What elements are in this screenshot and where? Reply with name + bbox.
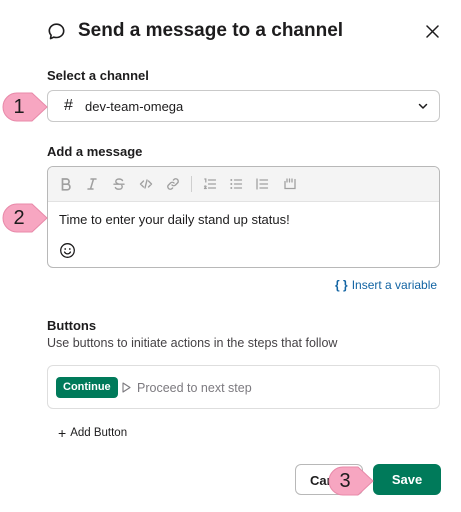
ordered-list-button[interactable] [201, 175, 219, 193]
continue-button-preview[interactable]: Continue [56, 377, 118, 398]
channel-select[interactable]: # dev-team-omega [47, 90, 440, 122]
speech-bubble-icon [48, 23, 65, 40]
message-label: Add a message [47, 144, 143, 159]
strikethrough-icon [113, 178, 125, 190]
code-block-icon [284, 178, 296, 190]
close-icon [425, 24, 439, 38]
close-button[interactable] [420, 19, 444, 43]
code-button[interactable] [137, 175, 155, 193]
callout-3-number: 3 [339, 470, 351, 492]
chevron-down-icon [418, 103, 428, 109]
hash-icon: # [64, 97, 73, 114]
code-block-button[interactable] [281, 175, 299, 193]
callout-1: 1 [2, 92, 48, 122]
ordered-list-icon [203, 178, 217, 190]
strikethrough-button[interactable] [110, 175, 128, 193]
callout-2: 2 [2, 203, 48, 233]
bulleted-list-button[interactable] [227, 175, 245, 193]
add-button-label: Add Button [70, 427, 128, 439]
link-icon [167, 178, 179, 190]
channel-label: Select a channel [47, 68, 149, 83]
indent-icon [256, 178, 269, 190]
channel-value: dev-team-omega [85, 99, 184, 114]
buttons-label: Buttons [47, 318, 97, 333]
indent-button[interactable] [253, 175, 271, 193]
link-button[interactable] [164, 175, 182, 193]
insert-variable-link[interactable]: { } Insert a variable [335, 278, 437, 292]
callout-3: 3 [328, 466, 374, 496]
insert-variable-label: Insert a variable [351, 278, 438, 292]
callout-1-number: 1 [13, 96, 25, 118]
callout-2-number: 2 [13, 207, 25, 229]
play-icon [122, 382, 131, 393]
italic-button[interactable] [83, 175, 101, 193]
smiley-icon[interactable] [59, 242, 76, 259]
italic-icon [87, 178, 97, 190]
toolbar-divider [191, 176, 192, 192]
dialog-title: Send a message to a channel [78, 20, 344, 41]
button-config-row[interactable]: Continue Proceed to next step [47, 365, 440, 409]
save-button[interactable]: Save [373, 464, 441, 495]
message-text[interactable]: Time to enter your daily stand up status… [59, 212, 290, 227]
add-button-link[interactable]: + Add Button [58, 424, 127, 442]
bulleted-list-icon [230, 179, 243, 189]
code-icon [139, 179, 153, 189]
bold-icon [61, 178, 71, 191]
formatting-toolbar [48, 167, 439, 202]
bold-button[interactable] [57, 175, 75, 193]
dialog-header: Send a message to a channel [0, 0, 461, 62]
plus-icon: + [58, 425, 67, 441]
message-editor[interactable]: Time to enter your daily stand up status… [47, 166, 440, 268]
button-action-label: Proceed to next step [137, 381, 252, 395]
curly-braces-icon: { } [335, 278, 348, 292]
buttons-description: Use buttons to initiate actions in the s… [47, 336, 338, 350]
